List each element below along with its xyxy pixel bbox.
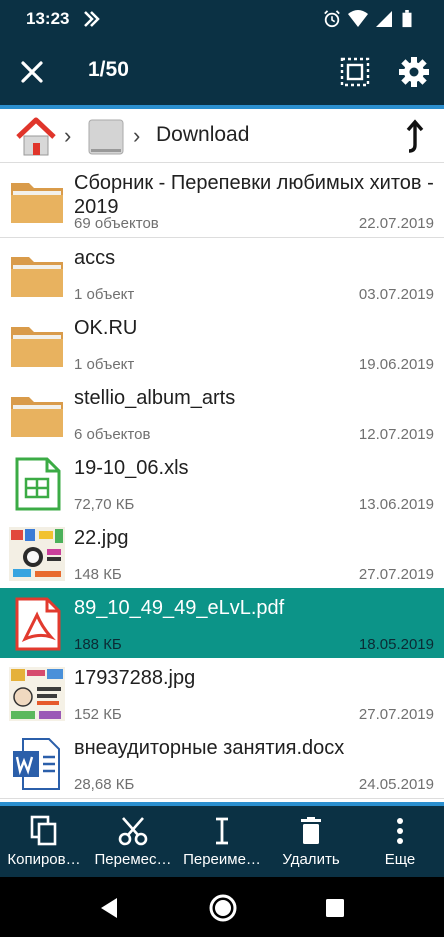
recents-icon[interactable]	[322, 895, 348, 921]
file-name: внеаудиторные занятия.docx	[74, 737, 345, 759]
alarm-icon	[324, 10, 340, 28]
battery-icon	[402, 10, 412, 28]
image-thumbnail	[9, 527, 65, 581]
file-date: 27.07.2019	[358, 566, 434, 583]
move-label: Перемес…	[94, 851, 172, 868]
list-item[interactable]: accs 1 объект 03.07.2019	[0, 238, 444, 309]
copy-icon	[30, 815, 57, 846]
arrow-up-icon[interactable]	[400, 119, 430, 155]
file-date: 12.07.2019	[358, 426, 434, 443]
file-name: accs	[74, 247, 116, 269]
select-all-icon[interactable]	[340, 57, 370, 87]
spreadsheet-icon	[15, 457, 61, 511]
rename-label: Переиме…	[183, 851, 261, 868]
file-name: 17937288.jpg	[74, 667, 196, 689]
file-meta: 6 объектов	[74, 426, 151, 443]
list-item[interactable]: внеаудиторные занятия.docx 28,68 КБ 24.0…	[0, 728, 444, 799]
chevron-right-icon: ›	[64, 123, 72, 148]
more-button[interactable]: Еще	[356, 806, 444, 877]
file-meta: 1 объект	[74, 356, 135, 373]
folder-icon	[11, 183, 63, 223]
file-name: 89_10_49_49_eLvL.pdf	[74, 597, 285, 619]
gear-icon[interactable]	[397, 55, 431, 89]
file-meta: 28,68 КБ	[74, 776, 135, 793]
file-name: 22.jpg	[74, 527, 129, 549]
app-bar: 1/50	[0, 38, 444, 105]
folder-icon	[11, 327, 63, 367]
home-icon[interactable]	[14, 115, 58, 159]
file-meta: 1 объект	[74, 286, 135, 303]
file-meta: 72,70 КБ	[74, 496, 135, 513]
signal-icon	[376, 11, 392, 27]
file-date: 18.05.2019	[358, 636, 434, 653]
copy-button[interactable]: Копиров…	[0, 806, 88, 877]
more-label: Еще	[384, 851, 416, 868]
word-document-icon	[13, 738, 60, 790]
chevron-right-icon: ›	[133, 123, 141, 148]
scissors-icon	[118, 817, 148, 846]
list-item[interactable]: stellio_album_arts 6 объектов 12.07.2019	[0, 378, 444, 449]
system-nav-bar	[0, 877, 444, 937]
list-item-selected[interactable]: 89_10_49_49_eLvL.pdf 188 КБ 18.05.2019	[0, 588, 444, 659]
wifi-icon	[348, 10, 368, 27]
file-date: 19.06.2019	[358, 356, 434, 373]
pdf-icon	[15, 597, 61, 651]
file-date: 22.07.2019	[358, 215, 434, 232]
list-item[interactable]: 19-10_06.xls 72,70 КБ 13.06.2019	[0, 448, 444, 519]
cast-icon	[84, 11, 100, 27]
file-meta: 188 КБ	[74, 636, 122, 653]
bottom-action-bar: Копиров… Перемес… Переиме… Удалить Еще	[0, 806, 444, 877]
file-name: 19-10_06.xls	[74, 457, 189, 479]
text-cursor-icon	[216, 817, 228, 845]
move-button[interactable]: Перемес…	[89, 806, 177, 877]
back-icon[interactable]	[97, 895, 123, 921]
file-name: OK.RU	[74, 317, 138, 339]
folder-icon	[11, 257, 63, 297]
file-date: 27.07.2019	[358, 706, 434, 723]
file-name: stellio_album_arts	[74, 387, 236, 409]
close-icon[interactable]	[16, 56, 48, 88]
trash-icon	[301, 817, 321, 844]
home-nav-icon[interactable]	[207, 892, 239, 924]
rename-button[interactable]: Переиме…	[178, 806, 266, 877]
file-date: 24.05.2019	[358, 776, 434, 793]
list-item[interactable]: 17937288.jpg 152 КБ 27.07.2019	[0, 658, 444, 729]
image-thumbnail	[9, 667, 65, 721]
list-item[interactable]: OK.RU 1 объект 19.06.2019	[0, 308, 444, 379]
breadcrumb-current-folder[interactable]: Download	[156, 123, 249, 147]
status-time: 13:23	[26, 9, 70, 28]
file-meta: 69 объектов	[74, 215, 159, 232]
copy-label: Копиров…	[7, 851, 81, 868]
file-name: Сборник - Перепевки любимых хитов - 2019	[74, 172, 434, 218]
storage-icon[interactable]	[86, 117, 126, 157]
file-meta: 148 КБ	[74, 566, 122, 583]
status-bar: 13:23	[0, 0, 444, 38]
breadcrumb: › › Download	[0, 109, 444, 163]
more-vert-icon	[397, 818, 403, 844]
delete-button[interactable]: Удалить	[267, 806, 355, 877]
delete-label: Удалить	[282, 851, 340, 868]
list-item[interactable]: Сборник - Перепевки любимых хитов - 2019…	[0, 163, 444, 238]
folder-icon	[11, 397, 63, 437]
file-meta: 152 КБ	[74, 706, 122, 723]
file-date: 13.06.2019	[358, 496, 434, 513]
list-item[interactable]: 22.jpg 148 КБ 27.07.2019	[0, 518, 444, 589]
selection-count: 1/50	[88, 58, 129, 81]
file-date: 03.07.2019	[358, 286, 434, 303]
